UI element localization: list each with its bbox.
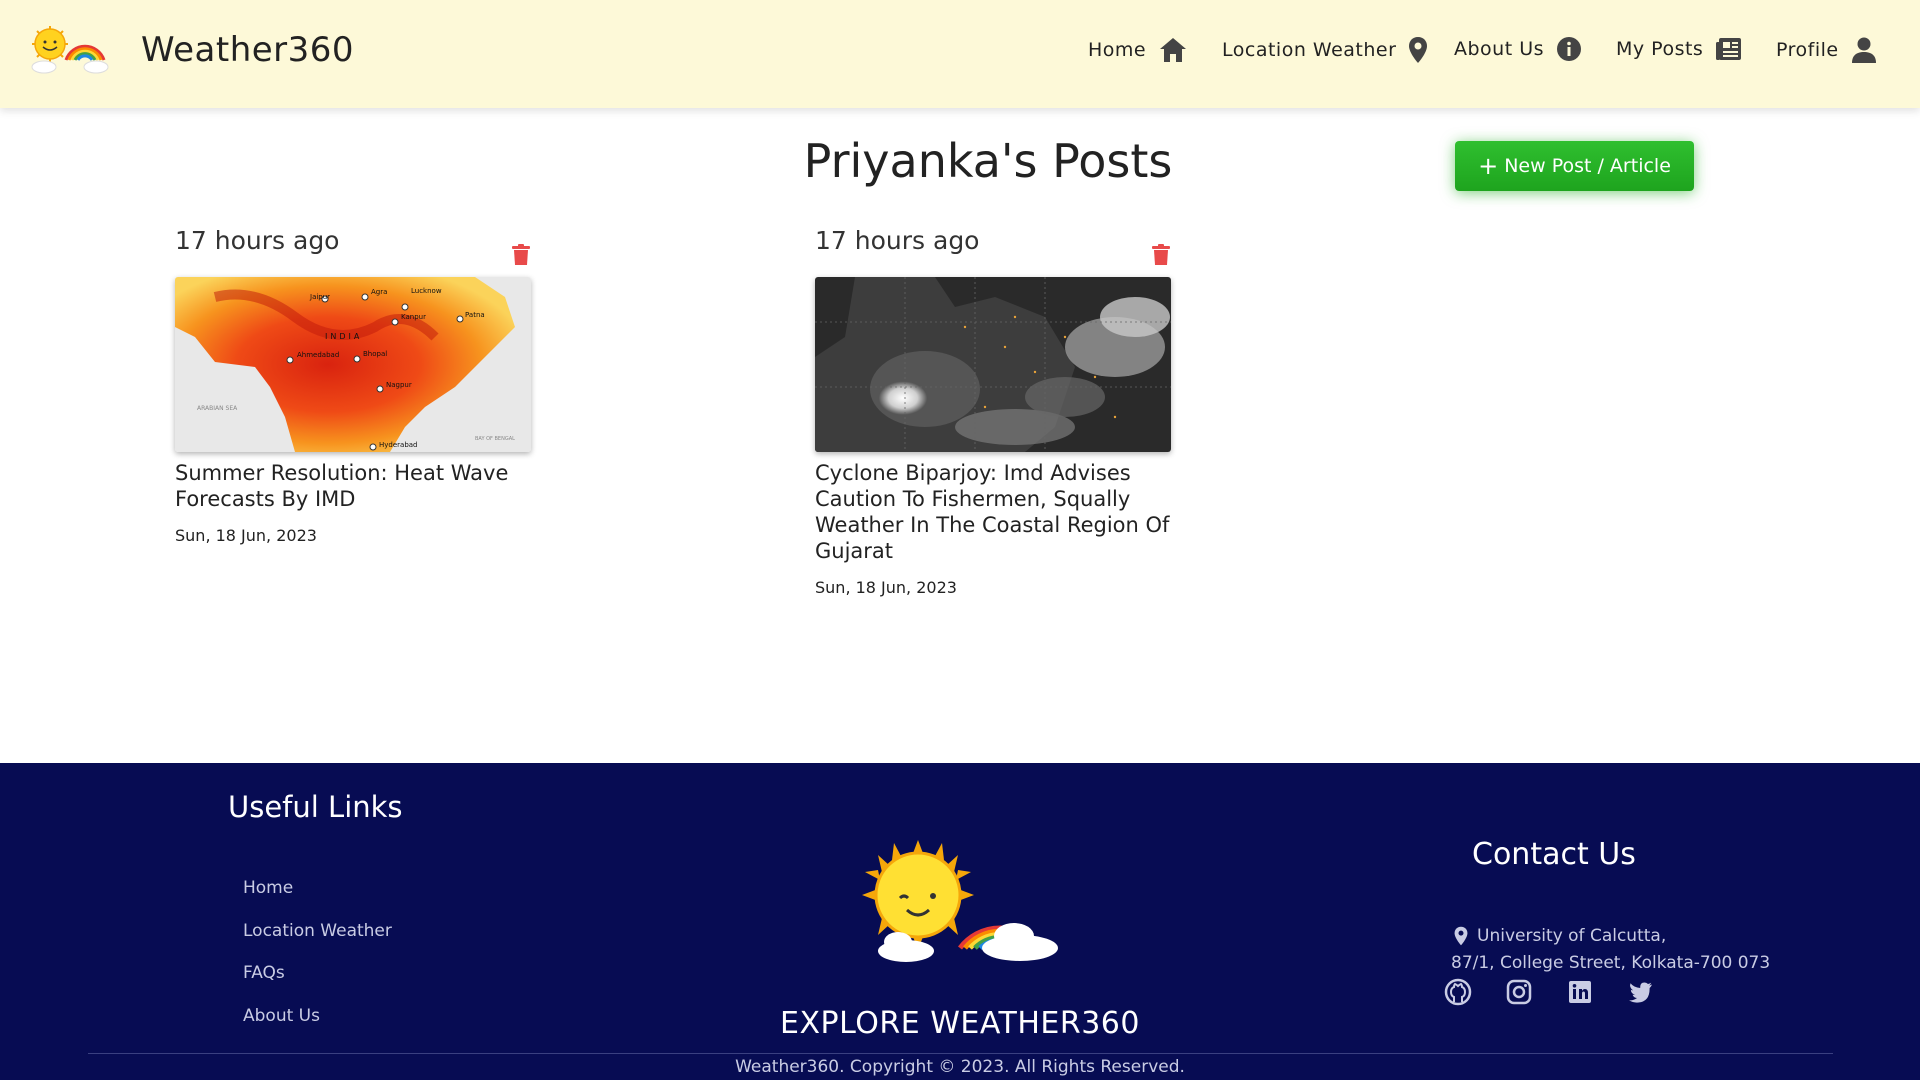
- svg-text:Hyderabad: Hyderabad: [379, 441, 418, 449]
- post-title[interactable]: Cyclone Biparjoy: Imd Advises Caution To…: [815, 460, 1171, 564]
- svg-text:Patna: Patna: [465, 311, 485, 319]
- contact-us-title: Contact Us: [1472, 837, 1636, 872]
- nav-profile[interactable]: Profile: [1776, 36, 1877, 64]
- address-line-1: University of Calcutta,: [1477, 926, 1667, 946]
- post-thumbnail-heatwave-map[interactable]: Jaipur Agra Lucknow Kanpur Patna INDIA A…: [175, 277, 531, 452]
- svg-text:Kanpur: Kanpur: [401, 313, 426, 321]
- svg-text:Ahmedabad: Ahmedabad: [297, 351, 339, 359]
- svg-text:Lucknow: Lucknow: [411, 287, 442, 295]
- nav-location-weather-label: Location Weather: [1222, 39, 1397, 61]
- svg-text:Jaipur: Jaipur: [309, 293, 330, 301]
- location-pin-icon: [1409, 37, 1428, 63]
- newspaper-icon: [1716, 38, 1742, 60]
- footer-divider: [88, 1053, 1833, 1054]
- home-icon: [1160, 38, 1187, 62]
- post-title[interactable]: Summer Resolution: Heat Wave Forecasts B…: [175, 460, 531, 512]
- svg-text:Nagpur: Nagpur: [386, 381, 412, 389]
- weather360-footer-logo: [862, 840, 1058, 962]
- new-post-button-label: New Post / Article: [1504, 155, 1671, 177]
- footer-link-home[interactable]: Home: [243, 878, 293, 898]
- nav-about-us[interactable]: About Us: [1454, 36, 1582, 62]
- useful-links-title: Useful Links: [228, 790, 403, 824]
- brand-name[interactable]: Weather360: [141, 30, 354, 70]
- post-card: 17 hours ago Jaipur Agra Lucknow Kanpur …: [175, 226, 531, 545]
- trash-icon[interactable]: [1151, 244, 1171, 266]
- post-card: 17 hours ago Cyclone Biparjoy: Imd Advis…: [815, 226, 1171, 597]
- contact-address: University of Calcutta, 87/1, College St…: [1451, 923, 1770, 977]
- address-line-2: 87/1, College Street, Kolkata-700 073: [1451, 953, 1771, 973]
- plus-icon: +: [1478, 152, 1499, 180]
- weather360-logo[interactable]: [26, 20, 110, 76]
- instagram-icon[interactable]: [1505, 978, 1533, 1006]
- nav-home[interactable]: Home: [1088, 36, 1188, 64]
- nav-location-weather[interactable]: Location Weather: [1222, 36, 1428, 64]
- svg-text:BAY OF BENGAL: BAY OF BENGAL: [475, 436, 515, 442]
- top-navbar: Weather360 Home Location Weather About U…: [0, 0, 1920, 108]
- copyright-text: Weather360. Copyright © 2023. All Rights…: [735, 1057, 1185, 1077]
- location-pin-icon: [1454, 926, 1468, 946]
- nav-home-label: Home: [1088, 39, 1147, 61]
- trash-icon[interactable]: [511, 244, 531, 266]
- nav-about-us-label: About Us: [1454, 38, 1545, 60]
- footer-link-faqs[interactable]: FAQs: [243, 963, 285, 983]
- post-date: Sun, 18 Jun, 2023: [175, 526, 317, 545]
- post-time-ago: 17 hours ago: [815, 226, 980, 255]
- github-icon[interactable]: [1444, 978, 1472, 1006]
- post-date: Sun, 18 Jun, 2023: [815, 578, 957, 597]
- footer: Useful Links Home Location Weather FAQs …: [0, 763, 1920, 1080]
- twitter-icon[interactable]: [1627, 978, 1655, 1006]
- new-post-button[interactable]: + New Post / Article: [1455, 141, 1694, 191]
- info-icon: [1557, 37, 1582, 61]
- svg-text:INDIA: INDIA: [325, 332, 362, 341]
- post-time-ago: 17 hours ago: [175, 226, 340, 255]
- user-icon: [1851, 37, 1876, 63]
- svg-text:Bhopal: Bhopal: [363, 350, 387, 358]
- svg-text:ARABIAN SEA: ARABIAN SEA: [197, 405, 238, 412]
- nav-profile-label: Profile: [1776, 39, 1839, 61]
- nav-my-posts-label: My Posts: [1616, 38, 1704, 60]
- linkedin-icon[interactable]: [1566, 978, 1594, 1006]
- post-thumbnail-cyclone-satellite[interactable]: [815, 277, 1171, 452]
- svg-text:Agra: Agra: [371, 288, 387, 296]
- nav-my-posts[interactable]: My Posts: [1616, 36, 1743, 62]
- footer-link-location-weather[interactable]: Location Weather: [243, 921, 392, 941]
- explore-heading: EXPLORE WEATHER360: [780, 1006, 1140, 1041]
